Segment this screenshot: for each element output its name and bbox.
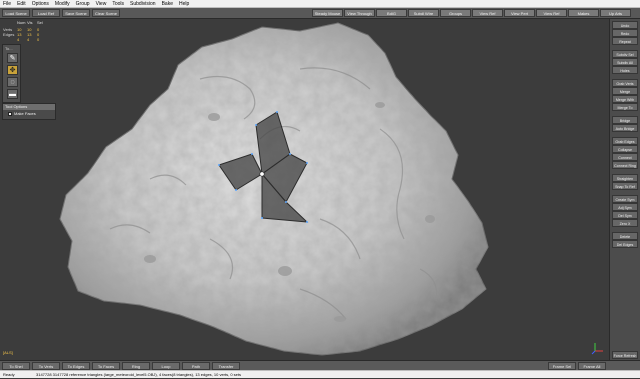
toolbar-toggle[interactable]: BdiG: [376, 9, 407, 17]
command-delete-button[interactable]: Delete: [612, 232, 638, 240]
command-straighten-button[interactable]: Straighten: [612, 174, 638, 182]
command-connect-ring-button[interactable]: Connect Ring: [612, 161, 638, 169]
status-bar: Ready 3147728 3147728 reference triangle…: [0, 370, 640, 378]
command-grab-edges-button[interactable]: Grab Edges: [612, 137, 638, 145]
stats-header: Num: [17, 20, 26, 25]
draw-tool-icon[interactable]: ✎: [7, 53, 18, 63]
bottom-button[interactable]: Ring: [122, 362, 150, 370]
toolbar-button[interactable]: Load Ref: [32, 9, 60, 17]
stats-header: Sel: [37, 20, 43, 25]
toolbar-toggle[interactable]: Groups: [440, 9, 471, 17]
toolbar-button[interactable]: Load Scene: [2, 9, 30, 17]
command-zero-x-button[interactable]: Zero X: [612, 219, 638, 227]
toolbar-toggle[interactable]: Steady Mouse: [312, 9, 343, 17]
menu-bake[interactable]: Bake: [159, 0, 176, 8]
command-del-sym-button[interactable]: Del Sym: [612, 211, 638, 219]
tool-options-panel: Tool Options Make Faces: [2, 103, 56, 120]
command-merge-to-button[interactable]: Merge To: [612, 103, 638, 111]
frame-button[interactable]: Frame All: [578, 362, 606, 370]
force-refresh-button[interactable]: Force Refresh: [612, 351, 638, 359]
command-collapse-button[interactable]: Collapse: [612, 145, 638, 153]
make-faces-label: Make Faces: [14, 111, 36, 116]
fps-readout: [ALS]: [3, 350, 13, 355]
command-snap-to-ref-button[interactable]: Snap To Ref: [612, 182, 638, 190]
menu-group[interactable]: Group: [73, 0, 93, 8]
viewport[interactable]: [0, 19, 609, 360]
command-create-sym-button[interactable]: Create Sym: [612, 195, 638, 203]
toolbar-toggle[interactable]: View Through: [344, 9, 375, 17]
toolbar-toggle[interactable]: View Ref: [472, 9, 503, 17]
command-repeat-button[interactable]: Repeat: [612, 37, 638, 45]
stats-value: 0: [37, 37, 40, 42]
tool-panel: To... ✎ ✥ ◌ ▬: [2, 44, 21, 103]
stats-row-label: Edges: [3, 32, 15, 37]
frame-button[interactable]: Frame Sel: [548, 362, 576, 370]
menu-edit[interactable]: Edit: [14, 0, 29, 8]
menu-help[interactable]: Help: [176, 0, 192, 8]
stats-header: Vis: [27, 20, 33, 25]
menu-modify[interactable]: Modify: [52, 0, 73, 8]
command-undo-button[interactable]: Undo: [612, 21, 638, 29]
bottom-button[interactable]: Loop: [152, 362, 180, 370]
toolbar-toggle[interactable]: Up Arts: [600, 9, 631, 17]
stats-value: 4: [17, 37, 20, 42]
menu-tools[interactable]: Tools: [109, 0, 127, 8]
top-toolbar: Load Scene Load Ref Save Scene Clear Scene S…: [0, 8, 640, 19]
viewport-canvas[interactable]: [0, 19, 609, 360]
command-bridge-button[interactable]: Bridge: [612, 116, 638, 124]
menu-view[interactable]: View: [93, 0, 110, 8]
stats-value: 4: [27, 37, 30, 42]
command-del-edges-button[interactable]: Del Edges: [612, 240, 638, 248]
menu-subdivision[interactable]: Subdivision: [127, 0, 159, 8]
bottom-button[interactable]: Path: [182, 362, 210, 370]
bottom-button[interactable]: To Edges: [62, 362, 90, 370]
toolbar-button[interactable]: Save Scene: [62, 9, 90, 17]
relax-tool-icon[interactable]: ◌: [7, 77, 18, 87]
make-faces-checkbox[interactable]: [8, 112, 12, 116]
command-connect-button[interactable]: Connect: [612, 153, 638, 161]
command-subdiv-sel-button[interactable]: Subdiv Sel: [612, 50, 638, 58]
bottom-button[interactable]: To Shel: [2, 362, 30, 370]
menu-options[interactable]: Options: [29, 0, 52, 8]
toolbar-toggle[interactable]: Makes: [568, 9, 599, 17]
tool-panel-title: To...: [5, 46, 13, 51]
command-subdiv-all-button[interactable]: Subdiv All: [612, 58, 638, 66]
bottom-toolbar: To Shel To Verts To Edges To Faces Ring Loop P…: [0, 360, 640, 370]
selection-point[interactable]: [259, 171, 265, 177]
axis-gizmo-icon: [591, 343, 603, 355]
command-auto-bridge-button[interactable]: Auto Bridge: [612, 124, 638, 132]
toolbar-button[interactable]: Clear Scene: [92, 9, 120, 17]
command-merge-button[interactable]: Merge: [612, 87, 638, 95]
menu-file[interactable]: File: [0, 0, 14, 8]
toolbar-toggle[interactable]: View Pert: [504, 9, 535, 17]
toolbar-toggle[interactable]: View Ref: [536, 9, 567, 17]
bottom-button[interactable]: To Verts: [32, 362, 60, 370]
command-holes-button[interactable]: Holes: [612, 66, 638, 74]
brush-tool-icon[interactable]: ▬: [7, 89, 18, 99]
tool-options-title: Tool Options: [3, 104, 55, 110]
menu-bar: File Edit Options Modify Group View Tools Subdi…: [0, 0, 640, 8]
command-adj-sym-button[interactable]: Adj Sym: [612, 203, 638, 211]
command-grab-verts-button[interactable]: Grab Verts: [612, 79, 638, 87]
command-panel: Undo Redo Repeat Subdiv Sel Subdiv All Holes G…: [609, 19, 640, 360]
move-tool-icon[interactable]: ✥: [7, 65, 18, 75]
bottom-button[interactable]: Transfer: [212, 362, 240, 370]
command-merge-with-button[interactable]: Merge With: [612, 95, 638, 103]
bottom-button[interactable]: To Faces: [92, 362, 120, 370]
toolbar-toggle[interactable]: Subdl Wire: [408, 9, 439, 17]
command-redo-button[interactable]: Redo: [612, 29, 638, 37]
